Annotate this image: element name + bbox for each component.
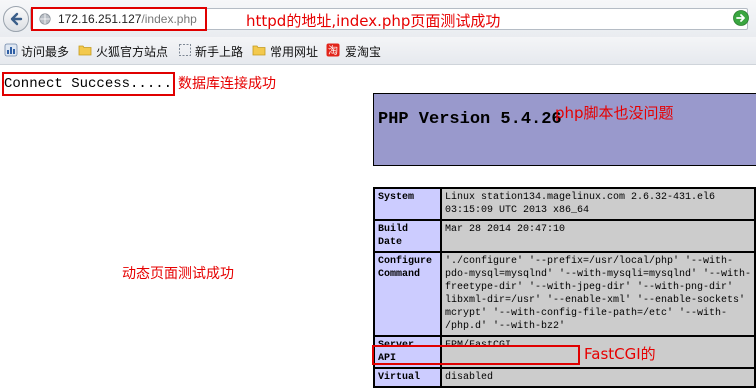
value-line: mcrypt' '--with-config-file-path=/etc' '… (444, 308, 727, 319)
bookmark-most-visited[interactable]: 访问最多 (21, 43, 69, 60)
bookmarks-bar: 访问最多 火狐官方站点 新手上路 常用网址 淘 爱淘宝 (0, 37, 756, 65)
db-annotation: 数据库连接成功 (178, 76, 276, 92)
bookmark-love-taobao[interactable]: 爱淘宝 (345, 43, 381, 60)
back-button[interactable] (3, 6, 29, 32)
value-line: pdo-mysql=mysqlnd' '--with-mysqli=mysqln… (444, 269, 751, 280)
connect-highlight-box (2, 72, 175, 96)
fastcgi-annotation: FastCGI的 (584, 345, 656, 363)
row-value: Mar 28 2014 20:47:10 (440, 220, 755, 252)
value-line: freetype-dir' '--with-jpeg-dir' '--with-… (444, 282, 733, 293)
url-annotation: httpd的地址,index.php页面测试成功 (246, 12, 501, 30)
go-arrow-icon[interactable] (733, 10, 749, 26)
bookmark-getting-started[interactable]: 新手上路 (195, 43, 243, 60)
dynamic-page-annotation: 动态页面测试成功 (122, 266, 234, 282)
folder-icon (252, 45, 266, 56)
row-key: System (374, 188, 441, 220)
table-row: Configure Command './configure' '--prefi… (374, 252, 755, 336)
browser-toolbar: 172.16.251.127/index.php httpd的地址,index.… (0, 0, 756, 38)
dotted-page-icon (179, 44, 191, 56)
value-line: Mar 28 2014 20:47:10 (444, 224, 565, 235)
php-version-title: PHP Version 5.4.26 (378, 110, 562, 129)
bookmark-firefox-official[interactable]: 火狐官方站点 (96, 43, 168, 60)
table-row: Build Date Mar 28 2014 20:47:10 (374, 220, 755, 252)
value-line: './configure' '--prefix=/usr/local/php' … (444, 256, 733, 267)
value-line: 03:15:09 UTC 2013 x86_64 (444, 205, 589, 216)
url-highlight-box (31, 7, 207, 31)
taobao-icon: 淘 (326, 43, 340, 57)
row-value: Linux station134.magelinux.com 2.6.32-43… (440, 188, 755, 220)
value-line: Linux station134.magelinux.com 2.6.32-43… (444, 192, 715, 203)
server-api-highlight-box (372, 345, 580, 365)
svg-text:淘: 淘 (328, 44, 338, 57)
value-line: disabled (444, 372, 493, 383)
table-row: Virtual disabled (374, 368, 755, 387)
value-line: /php.d' '--with-bz2' (444, 321, 565, 332)
row-value: './configure' '--prefix=/usr/local/php' … (440, 252, 755, 336)
table-row: System Linux station134.magelinux.com 2.… (374, 188, 755, 220)
php-annotation: php脚本也没问题 (555, 104, 674, 122)
most-visited-icon (4, 43, 18, 57)
bookmark-common-sites[interactable]: 常用网址 (270, 43, 318, 60)
row-key: Virtual (374, 368, 441, 387)
folder-icon (78, 45, 92, 56)
row-value: disabled (440, 368, 755, 387)
back-arrow-icon (10, 12, 23, 26)
row-key: Build Date (374, 220, 441, 252)
row-key: Configure Command (374, 252, 441, 336)
value-line: libxml-dir=/usr' '--enable-xml' '--enabl… (444, 295, 745, 306)
